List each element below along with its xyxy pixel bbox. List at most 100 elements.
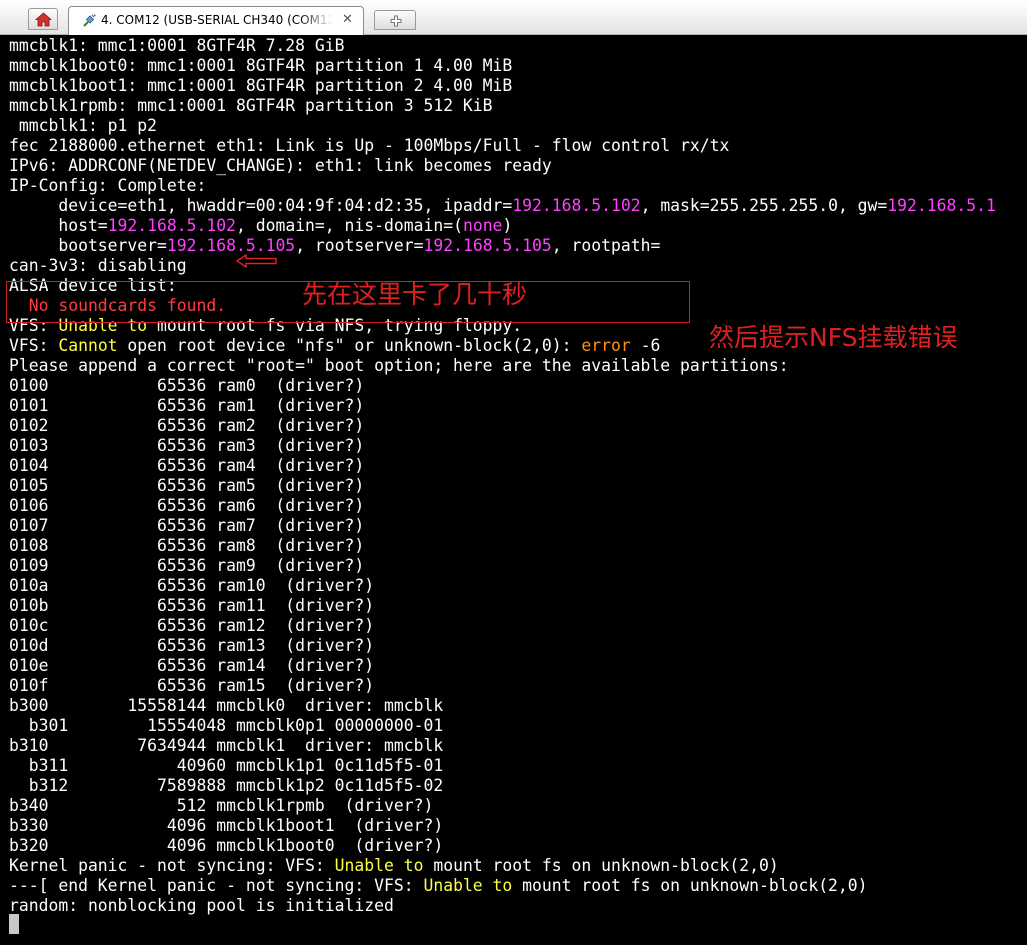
terminal-line: device=eth1, hwaddr=00:04:9f:04:d2:35, i…	[9, 196, 996, 216]
terminal-text-segment: 0105 65536 ram5 (driver?)	[9, 476, 365, 495]
terminal-line: fec 2188000.ethernet eth1: Link is Up - …	[9, 136, 729, 156]
terminal-text-segment: ---[ end Kernel panic - not syncing: VFS…	[9, 876, 424, 895]
terminal-text-segment: , rootpath=	[551, 236, 661, 255]
terminal-text-segment: Kernel panic - not syncing: VFS:	[9, 856, 335, 875]
terminal-text-segment: open root device "nfs" or unknown-block(…	[117, 336, 582, 355]
terminal-line: 010e 65536 ram14 (driver?)	[9, 656, 374, 676]
terminal-text-segment: 010e 65536 ram14 (driver?)	[9, 656, 375, 675]
terminal-text-segment: b312 7589888 mmcblk1p2 0c11d5f5-02	[9, 776, 444, 795]
terminal-text-segment: 0104 65536 ram4 (driver?)	[9, 456, 365, 475]
terminal-text-segment: 0106 65536 ram6 (driver?)	[9, 496, 365, 515]
home-icon	[35, 12, 52, 27]
terminal-line: 010f 65536 ram15 (driver?)	[9, 676, 374, 696]
terminal-line: b301 15554048 mmcblk0p1 00000000-01	[9, 716, 443, 736]
terminal-line: 0107 65536 ram7 (driver?)	[9, 516, 364, 536]
terminal-text-segment: mount root fs on unknown-block(2,0)	[423, 856, 779, 875]
terminal-text-segment: 192.168.5.105	[166, 236, 296, 255]
terminal-line: b312 7589888 mmcblk1p2 0c11d5f5-02	[9, 776, 443, 796]
terminal-text-segment: mmcblk1boot1: mmc1:0001 8GTF4R partition…	[9, 76, 513, 95]
terminal-text-segment: 010d 65536 ram13 (driver?)	[9, 636, 375, 655]
terminal-text-segment: mmcblk1rpmb: mmc1:0001 8GTF4R partition …	[9, 96, 493, 115]
terminal-line: mmcblk1boot0: mmc1:0001 8GTF4R partition…	[9, 56, 512, 76]
terminal-line: 0100 65536 ram0 (driver?)	[9, 376, 364, 396]
terminal-line: IP-Config: Complete:	[9, 176, 206, 196]
terminal-line: 0108 65536 ram8 (driver?)	[9, 536, 364, 556]
terminal-text-segment: host=	[9, 216, 108, 235]
terminal-line: Kernel panic - not syncing: VFS: Unable …	[9, 856, 779, 876]
terminal-line: mmcblk1: p1 p2	[9, 116, 157, 136]
terminal-text-segment: Unable to	[334, 856, 424, 875]
terminal-text-segment: , domain=, nis-domain=(	[235, 216, 463, 235]
terminal-line: bootserver=192.168.5.105, rootserver=192…	[9, 236, 660, 256]
tab-title-fade	[299, 7, 347, 35]
terminal-line: b310 7634944 mmcblk1 driver: mmcblk	[9, 736, 443, 756]
terminal-line: mmcblk1boot1: mmc1:0001 8GTF4R partition…	[9, 76, 512, 96]
terminal-text-segment: VFS:	[9, 336, 59, 355]
terminal-text-segment: b301 15554048 mmcblk0p1 00000000-01	[9, 716, 444, 735]
terminal-text-segment: 0108 65536 ram8 (driver?)	[9, 536, 365, 555]
terminal-line: b330 4096 mmcblk1boot1 (driver?)	[9, 816, 443, 836]
terminal-line: 0109 65536 ram9 (driver?)	[9, 556, 364, 576]
home-button[interactable]	[28, 8, 58, 30]
arrow-left-icon	[236, 254, 277, 268]
terminal-text-segment: bootserver=	[9, 236, 167, 255]
terminal-text-segment: 0100 65536 ram0 (driver?)	[9, 376, 365, 395]
new-tab-icon	[390, 15, 402, 27]
terminal-text-segment: )	[502, 216, 513, 235]
terminal-text-segment: 192.168.5.102	[512, 196, 641, 215]
terminal-text-segment: 0103 65536 ram3 (driver?)	[9, 436, 365, 455]
terminal-text-segment: 0109 65536 ram9 (driver?)	[9, 556, 365, 575]
terminal-line: VFS: Cannot open root device "nfs" or un…	[9, 336, 660, 356]
close-icon[interactable]: ✕	[342, 12, 353, 27]
terminal-text-segment: b340 512 mmcblk1rpmb (driver?)	[9, 796, 434, 815]
terminal-line: ---[ end Kernel panic - not syncing: VFS…	[9, 876, 868, 896]
tab-bar: 4. COM12 (USB-SERIAL CH340 (COM12)) ✕	[0, 0, 1027, 35]
terminal-text-segment: b300 15558144 mmcblk0 driver: mmcblk	[9, 696, 444, 715]
annotation-text-first: 先在这里卡了几十秒	[302, 280, 528, 309]
terminal-text-segment: fec 2188000.ethernet eth1: Link is Up - …	[9, 136, 730, 155]
terminal-text-segment: , mask=255.255.255.0, gw=	[640, 196, 888, 215]
terminal-text-segment: 010a 65536 ram10 (driver?)	[9, 576, 375, 595]
session-tab[interactable]: 4. COM12 (USB-SERIAL CH340 (COM12)) ✕	[68, 6, 364, 35]
terminal-line: Please append a correct "root=" boot opt…	[9, 356, 789, 376]
terminal-line: b300 15558144 mmcblk0 driver: mmcblk	[9, 696, 443, 716]
terminal-text-segment: 192.168.5.1	[887, 196, 996, 215]
terminal-line: b311 40960 mmcblk1p1 0c11d5f5-01	[9, 756, 443, 776]
terminal-text-segment: 0107 65536 ram7 (driver?)	[9, 516, 365, 535]
terminal-line: 010d 65536 ram13 (driver?)	[9, 636, 374, 656]
terminal-line: host=192.168.5.102, domain=, nis-domain=…	[9, 216, 512, 236]
terminal-line: 010b 65536 ram11 (driver?)	[9, 596, 374, 616]
terminal-text-segment: 010f 65536 ram15 (driver?)	[9, 676, 375, 695]
terminal-text-segment: 010b 65536 ram11 (driver?)	[9, 596, 375, 615]
terminal-text-segment: random: nonblocking pool is initialized	[9, 896, 394, 915]
terminal-line: mmcblk1: mmc1:0001 8GTF4R 7.28 GiB	[9, 36, 345, 56]
terminal-text-segment: mmcblk1: mmc1:0001 8GTF4R 7.28 GiB	[9, 36, 345, 55]
terminal-text-segment: Unable to	[423, 876, 513, 895]
terminal-line: b340 512 mmcblk1rpmb (driver?)	[9, 796, 433, 816]
terminal-text-segment: mount root fs on unknown-block(2,0)	[512, 876, 868, 895]
terminal-text-segment: -6	[630, 336, 661, 355]
terminal-text-segment: mmcblk1: p1 p2	[9, 116, 158, 135]
terminal-line: 0103 65536 ram3 (driver?)	[9, 436, 364, 456]
terminal-text-segment: b310 7634944 mmcblk1 driver: mmcblk	[9, 736, 444, 755]
terminal-text-segment: none	[462, 216, 503, 235]
terminal-line: 0105 65536 ram5 (driver?)	[9, 476, 364, 496]
terminal-text-segment: 010c 65536 ram12 (driver?)	[9, 616, 375, 635]
plug-icon	[83, 14, 96, 27]
terminal-text-segment: b311 40960 mmcblk1p1 0c11d5f5-01	[9, 756, 444, 775]
terminal-line: 0106 65536 ram6 (driver?)	[9, 496, 364, 516]
terminal-text-segment: 0101 65536 ram1 (driver?)	[9, 396, 365, 415]
terminal-line: can-3v3: disabling	[9, 256, 187, 276]
terminal-text-segment: IP-Config: Complete:	[9, 176, 207, 195]
terminal-text-segment: 0102 65536 ram2 (driver?)	[9, 416, 365, 435]
terminal-line: 0102 65536 ram2 (driver?)	[9, 416, 364, 436]
terminal-text-segment: mmcblk1boot0: mmc1:0001 8GTF4R partition…	[9, 56, 513, 75]
terminal-output[interactable]: mmcblk1: mmc1:0001 8GTF4R 7.28 GiB mmcblk…	[0, 35, 1027, 945]
new-tab-button[interactable]	[374, 10, 416, 30]
terminal-text-segment: error	[581, 336, 631, 355]
terminal-line: IPv6: ADDRCONF(NETDEV_CHANGE): eth1: lin…	[9, 156, 552, 176]
terminal-line: 0104 65536 ram4 (driver?)	[9, 456, 364, 476]
terminal-cursor	[9, 914, 19, 934]
terminal-line: 010c 65536 ram12 (driver?)	[9, 616, 374, 636]
terminal-line: random: nonblocking pool is initialized	[9, 896, 394, 916]
